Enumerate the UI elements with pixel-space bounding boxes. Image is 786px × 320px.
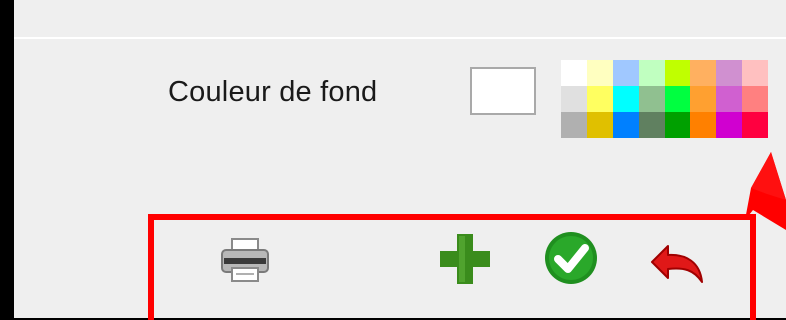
palette-swatch[interactable] xyxy=(638,86,665,112)
palette-swatch[interactable] xyxy=(664,60,691,86)
palette-swatch[interactable] xyxy=(638,60,665,86)
confirm-button[interactable] xyxy=(543,230,599,286)
palette-swatch[interactable] xyxy=(586,112,613,138)
palette-swatch[interactable] xyxy=(742,112,768,138)
divider xyxy=(14,37,786,39)
color-palette xyxy=(561,60,768,138)
undo-button[interactable] xyxy=(648,242,704,284)
plus-icon xyxy=(440,234,490,284)
palette-swatch[interactable] xyxy=(561,112,587,138)
palette-swatch[interactable] xyxy=(716,86,743,112)
palette-swatch[interactable] xyxy=(690,86,717,112)
palette-swatch[interactable] xyxy=(586,86,613,112)
palette-swatch[interactable] xyxy=(612,60,639,86)
palette-swatch[interactable] xyxy=(612,112,639,138)
undo-arrow-icon xyxy=(651,245,703,283)
add-button[interactable] xyxy=(438,232,492,286)
palette-swatch[interactable] xyxy=(664,86,691,112)
palette-swatch[interactable] xyxy=(716,60,743,86)
palette-swatch[interactable] xyxy=(690,60,717,86)
annotation-arrow-icon xyxy=(745,152,786,230)
palette-swatch[interactable] xyxy=(586,60,613,86)
palette-swatch[interactable] xyxy=(638,112,665,138)
palette-swatch[interactable] xyxy=(612,86,639,112)
palette-swatch[interactable] xyxy=(690,112,717,138)
palette-swatch[interactable] xyxy=(561,60,587,86)
palette-swatch[interactable] xyxy=(561,86,587,112)
checkmark-icon xyxy=(545,232,597,284)
palette-swatch[interactable] xyxy=(742,86,768,112)
print-button[interactable] xyxy=(219,236,271,284)
palette-swatch[interactable] xyxy=(664,112,691,138)
printer-icon xyxy=(221,238,269,282)
palette-swatch[interactable] xyxy=(716,112,743,138)
palette-swatch[interactable] xyxy=(742,60,768,86)
current-color-swatch[interactable] xyxy=(470,67,536,115)
background-color-label: Couleur de fond xyxy=(168,76,378,108)
